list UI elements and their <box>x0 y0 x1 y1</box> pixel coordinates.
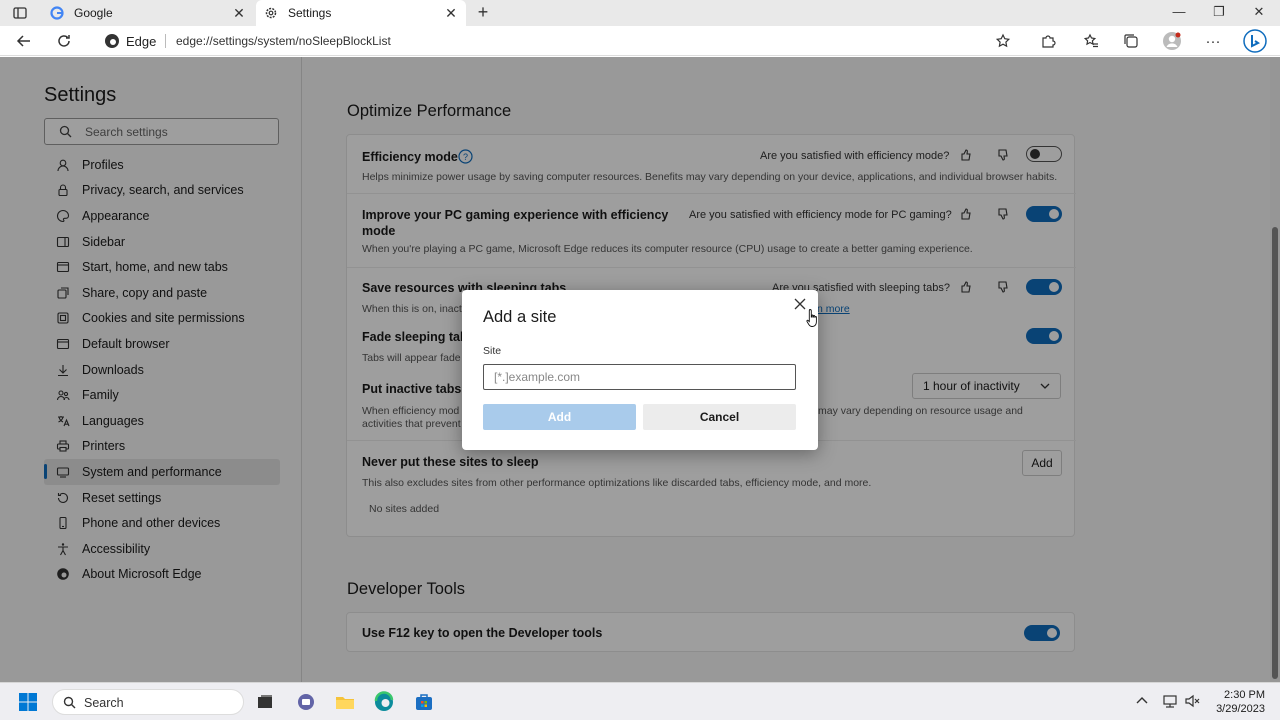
tab-settings[interactable]: Settings ✕ <box>256 0 466 26</box>
close-tab-icon[interactable]: ✕ <box>444 6 458 20</box>
dialog-cancel-button[interactable]: Cancel <box>643 404 796 430</box>
favorites-icon[interactable] <box>1081 31 1101 51</box>
task-view-icon[interactable] <box>254 691 276 713</box>
volume-muted-icon[interactable] <box>1184 693 1200 709</box>
add-favorite-icon[interactable] <box>993 31 1013 51</box>
address-separator <box>165 34 166 48</box>
close-icon[interactable] <box>793 297 807 311</box>
hand-cursor-icon <box>806 309 817 327</box>
new-tab-button[interactable]: + <box>474 3 492 21</box>
profile-avatar-icon[interactable] <box>1162 31 1182 51</box>
refresh-icon[interactable] <box>54 31 74 51</box>
site-identity[interactable]: Edge <box>126 34 156 49</box>
more-options-icon[interactable]: ··· <box>1203 31 1223 51</box>
clock-date: 3/29/2023 <box>1216 703 1265 715</box>
taskbar-search[interactable]: Search <box>52 689 244 715</box>
extensions-icon[interactable] <box>1038 31 1058 51</box>
address-toolbar: Edge edge://settings/system/noSleepBlock… <box>0 26 1280 56</box>
site-field-label: Site <box>483 345 502 357</box>
system-clock[interactable]: 2:30 PM 3/29/2023 <box>1210 688 1265 716</box>
chevron-up-icon[interactable] <box>1134 693 1150 709</box>
dialog-title: Add a site <box>483 308 557 326</box>
search-icon <box>63 696 76 709</box>
close-tab-icon[interactable]: ✕ <box>232 6 246 20</box>
edge-taskbar-icon[interactable] <box>373 691 395 713</box>
minimize-icon[interactable]: — <box>1170 4 1188 22</box>
clock-time: 2:30 PM <box>1224 689 1265 701</box>
close-window-icon[interactable]: ✕ <box>1250 4 1268 22</box>
teams-chat-icon[interactable] <box>295 691 317 713</box>
tab-label: Settings <box>288 6 332 20</box>
windows-start-icon[interactable] <box>18 692 38 712</box>
back-icon[interactable] <box>14 31 34 51</box>
dialog-add-button[interactable]: Add <box>483 404 636 430</box>
restore-icon[interactable]: ❐ <box>1210 4 1228 22</box>
tab-google[interactable]: Google ✕ <box>42 0 254 26</box>
address-url[interactable]: edge://settings/system/noSleepBlockList <box>176 34 391 48</box>
tab-strip: Google ✕ Settings ✕ + — ❐ ✕ <box>0 0 1280 26</box>
bing-chat-icon[interactable] <box>1243 29 1267 53</box>
tab-label: Google <box>74 6 113 20</box>
add-site-dialog: Add a site Site Add Cancel <box>462 290 818 450</box>
site-input[interactable] <box>483 364 796 390</box>
tab-actions-icon[interactable] <box>12 5 28 21</box>
gear-icon <box>264 6 278 20</box>
file-explorer-icon[interactable] <box>334 691 356 713</box>
google-icon <box>50 6 64 20</box>
microsoft-store-icon[interactable] <box>413 691 435 713</box>
edge-logo-icon <box>105 34 119 48</box>
collections-icon[interactable] <box>1121 31 1141 51</box>
taskbar-search-label: Search <box>84 696 124 710</box>
network-icon[interactable] <box>1162 693 1178 709</box>
windows-taskbar: Search 2:30 PM 3/29/2023 <box>0 682 1280 720</box>
